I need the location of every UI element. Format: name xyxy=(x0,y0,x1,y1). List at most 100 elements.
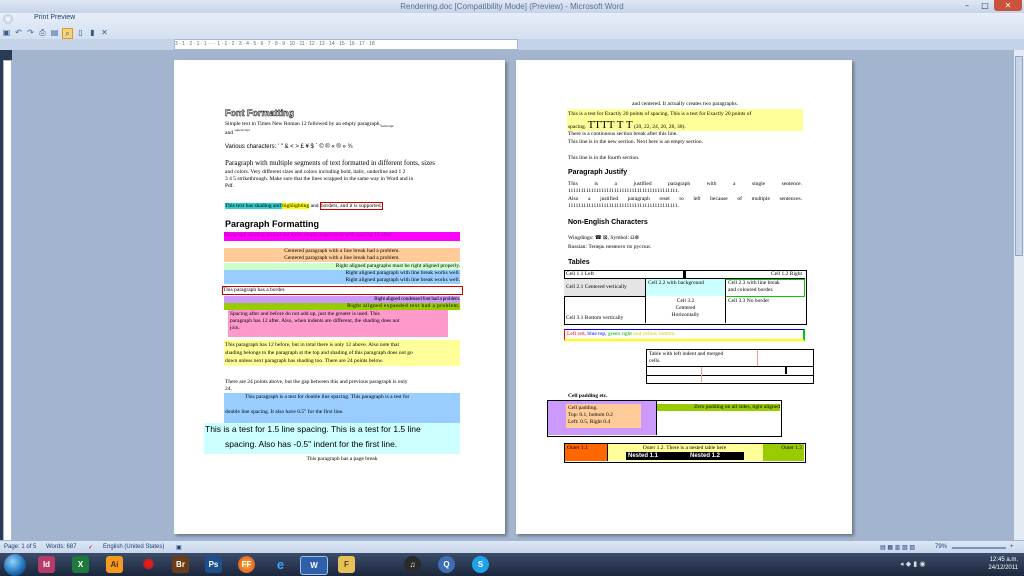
cell-3-1: Cell 3.1 Bottom vertically xyxy=(566,315,624,321)
yellow-paragraph-1: This paragraph has 12 before, but in tot… xyxy=(225,342,399,348)
double-spacing-2: double line spacing. It also have 0.5" f… xyxy=(225,409,344,415)
indented-table-text-2: cells. xyxy=(649,358,661,364)
macro-icon[interactable]: ▣ xyxy=(176,544,182,551)
pink-paragraph-2: paragraph has 12 after. Also, when inden… xyxy=(230,318,400,324)
taskbar-app-explorer[interactable]: F xyxy=(338,556,355,573)
indented-table-text-1: Table with left indent and merged xyxy=(649,351,724,357)
taskbar-app-illustrator[interactable]: Ai xyxy=(106,556,123,573)
justify-line-2: 1111111111111111111111111111111111111111… xyxy=(568,188,680,194)
taskbar-app-quicktime[interactable]: Q xyxy=(438,556,455,573)
save-icon[interactable]: ▣ xyxy=(2,28,11,37)
clock-date: 24/12/2011 xyxy=(988,565,1018,571)
gap-paragraph-2: 24. xyxy=(225,386,232,392)
zoom-in-icon[interactable]: + xyxy=(1010,544,1014,550)
table-1-col-divider-2 xyxy=(725,296,726,323)
one-page-icon[interactable]: ▯ xyxy=(76,28,85,37)
cell-1-2: Cell 1.2 Right xyxy=(770,271,802,277)
redo-icon[interactable]: ↷ xyxy=(26,28,35,37)
colored-border-text: Left red, blue top, green right and yell… xyxy=(567,331,676,337)
page-break-paragraph: This paragraph has a page break xyxy=(306,456,378,462)
table-1-cell-marker xyxy=(683,271,686,278)
simple-text-2: and superscript xyxy=(225,128,250,136)
page-count[interactable]: Page: 1 of 5 xyxy=(4,544,36,550)
right-aligned-2: Right aligned paragraph with line break … xyxy=(224,270,460,277)
exact-spacing-1: This is a test for Exactly 20 points of … xyxy=(568,111,752,117)
table-1-col-divider-1 xyxy=(645,296,646,323)
ribbon: Print Preview ▣ ↶ ↷ ⎙ ▤ ⌕ ▯ ▮ ✕ xyxy=(0,13,1024,40)
zoom-slider[interactable] xyxy=(952,547,1006,549)
scrollbar-thumb[interactable] xyxy=(1015,56,1023,256)
outer-1-2: Outer 1.2. There is a nested table here xyxy=(642,445,727,451)
language-indicator[interactable]: English (United States) xyxy=(103,544,164,550)
vertical-ruler[interactable] xyxy=(3,60,12,542)
cell-3-2-line-1: Cell 3.2 xyxy=(676,298,695,304)
clock-time: 12:45 a.m. xyxy=(989,557,1018,563)
maximize-button[interactable]: □ xyxy=(976,0,994,11)
minimize-button[interactable]: – xyxy=(958,0,976,11)
taskbar-app-word-active[interactable]: W xyxy=(300,556,328,575)
cell-3-3: Cell 3.3 No border xyxy=(728,298,770,304)
preview-workspace xyxy=(12,50,1014,540)
word-count[interactable]: Words: 687 xyxy=(46,544,77,550)
multi-format-line-2: and colors. Very different sizes and col… xyxy=(225,169,406,175)
start-button[interactable] xyxy=(4,554,26,576)
taskbar-app-skype[interactable]: S xyxy=(472,556,489,573)
proofing-icon[interactable]: ✓ xyxy=(88,544,93,551)
multi-format-line-4: Pdf. xyxy=(225,183,235,189)
status-bar: Page: 1 of 5 Words: 687 ✓ English (Unite… xyxy=(0,540,1024,554)
quick-access-toolbar: ▣ ↶ ↷ ⎙ ▤ ⌕ ▯ ▮ ✕ xyxy=(2,28,109,39)
view-buttons[interactable]: ▤ ▦ ▥ ▧ ▨ xyxy=(880,544,915,551)
taskbar-app-indesign[interactable]: Id xyxy=(38,556,55,573)
open-icon[interactable]: ▤ xyxy=(50,28,59,37)
section-break-1: There is a continuous section break afte… xyxy=(568,131,678,137)
taskbar-app-photoshop[interactable]: Ps xyxy=(205,556,222,573)
padding-line-1: Cell padding. xyxy=(568,405,598,411)
taskbar-app-acrobat[interactable]: ✺ xyxy=(140,556,157,573)
taskbar-app-internet-explorer[interactable]: e xyxy=(272,556,289,573)
close-button[interactable]: ✕ xyxy=(994,0,1022,11)
cell-2-1: Cell 2.1 Centered vertically xyxy=(566,284,627,290)
outer-1-1: Outer 1.1 xyxy=(567,445,588,451)
paragraph-formatting-heading: Paragraph Formatting xyxy=(225,219,320,229)
tab-print-preview[interactable]: Print Preview xyxy=(34,14,75,21)
padding-line-3: Left: 0.5, Right 0.4 xyxy=(568,419,611,425)
bordered-paragraph: This paragraph has a border. xyxy=(222,286,463,295)
taskbar-app-firefox[interactable]: FF xyxy=(238,556,255,573)
simple-text: Simple text in Times New Roman 12 follow… xyxy=(225,121,394,129)
zoom-icon[interactable]: ⌕ xyxy=(62,28,73,39)
pink-paragraph-1: Spacing after and before do not add up, … xyxy=(230,311,380,317)
zero-padding-cell: Zero padding on all sides, tight aligned xyxy=(657,404,780,411)
horizontal-ruler[interactable]: 3 · 1 · 2 · 1 · 1 · · · 1 · 1 · 2 · 3 · … xyxy=(174,39,518,50)
undo-icon[interactable]: ↶ xyxy=(14,28,23,37)
two-page-icon[interactable]: ▮ xyxy=(88,28,97,37)
pink-paragraph-3: join. xyxy=(230,325,240,331)
vertical-scrollbar[interactable] xyxy=(1014,50,1024,540)
cell-3-2-line-3: Horizontally xyxy=(671,312,700,318)
zoom-level[interactable]: 79% xyxy=(935,544,947,550)
system-tray-icons[interactable]: ◂ ◆ ▮ ◉ xyxy=(900,560,926,568)
clock[interactable]: 12:45 a.m. 24/12/2011 xyxy=(988,556,1018,572)
indented-table-rows xyxy=(647,366,813,376)
taskbar-app-bridge[interactable]: Br xyxy=(172,556,189,573)
cell-2-3-line-2: and coloured border. xyxy=(728,287,774,293)
outer-1-3: Outer 1.3 xyxy=(781,445,802,451)
taskbar: Id X Ai ✺ Br Ps FF e W F ♫ Q S ◂ ◆ ▮ ◉ 1… xyxy=(0,553,1024,576)
indented-table-divider-2 xyxy=(701,367,702,382)
window-title: Rendering.doc [Compatibility Mode] (Prev… xyxy=(400,2,624,11)
taskbar-app-excel[interactable]: X xyxy=(72,556,89,573)
various-characters: Various characters: ' " & < > £ ¥ $ ` © … xyxy=(225,144,353,150)
page-1: Font Formatting Simple text in Times New… xyxy=(174,60,505,534)
continued-text: and centered. It actually creates two pa… xyxy=(632,101,738,107)
multi-format-line-3: 3 4 5 strikethrough. Make sure that the … xyxy=(225,176,414,182)
justify-line-1: This is a justified paragraph with a sin… xyxy=(568,181,802,187)
magenta-paragraph: Paragraph shading should not move empty … xyxy=(224,232,460,241)
shading-line: This text has shading and highlighting a… xyxy=(225,202,383,210)
cell-2-2: Cell 2.2 with background xyxy=(648,280,704,286)
non-english-heading: Non-English Characters xyxy=(568,219,648,226)
taskbar-app-itunes[interactable]: ♫ xyxy=(404,556,421,573)
office-button[interactable] xyxy=(3,14,13,24)
cell-1-1: Cell 1.1 Left xyxy=(566,271,594,277)
close-preview-icon[interactable]: ✕ xyxy=(100,28,109,37)
onehalf-spacing-1: This is a test for 1.5 line spacing. Thi… xyxy=(205,424,421,434)
print-icon[interactable]: ⎙ xyxy=(38,28,47,37)
